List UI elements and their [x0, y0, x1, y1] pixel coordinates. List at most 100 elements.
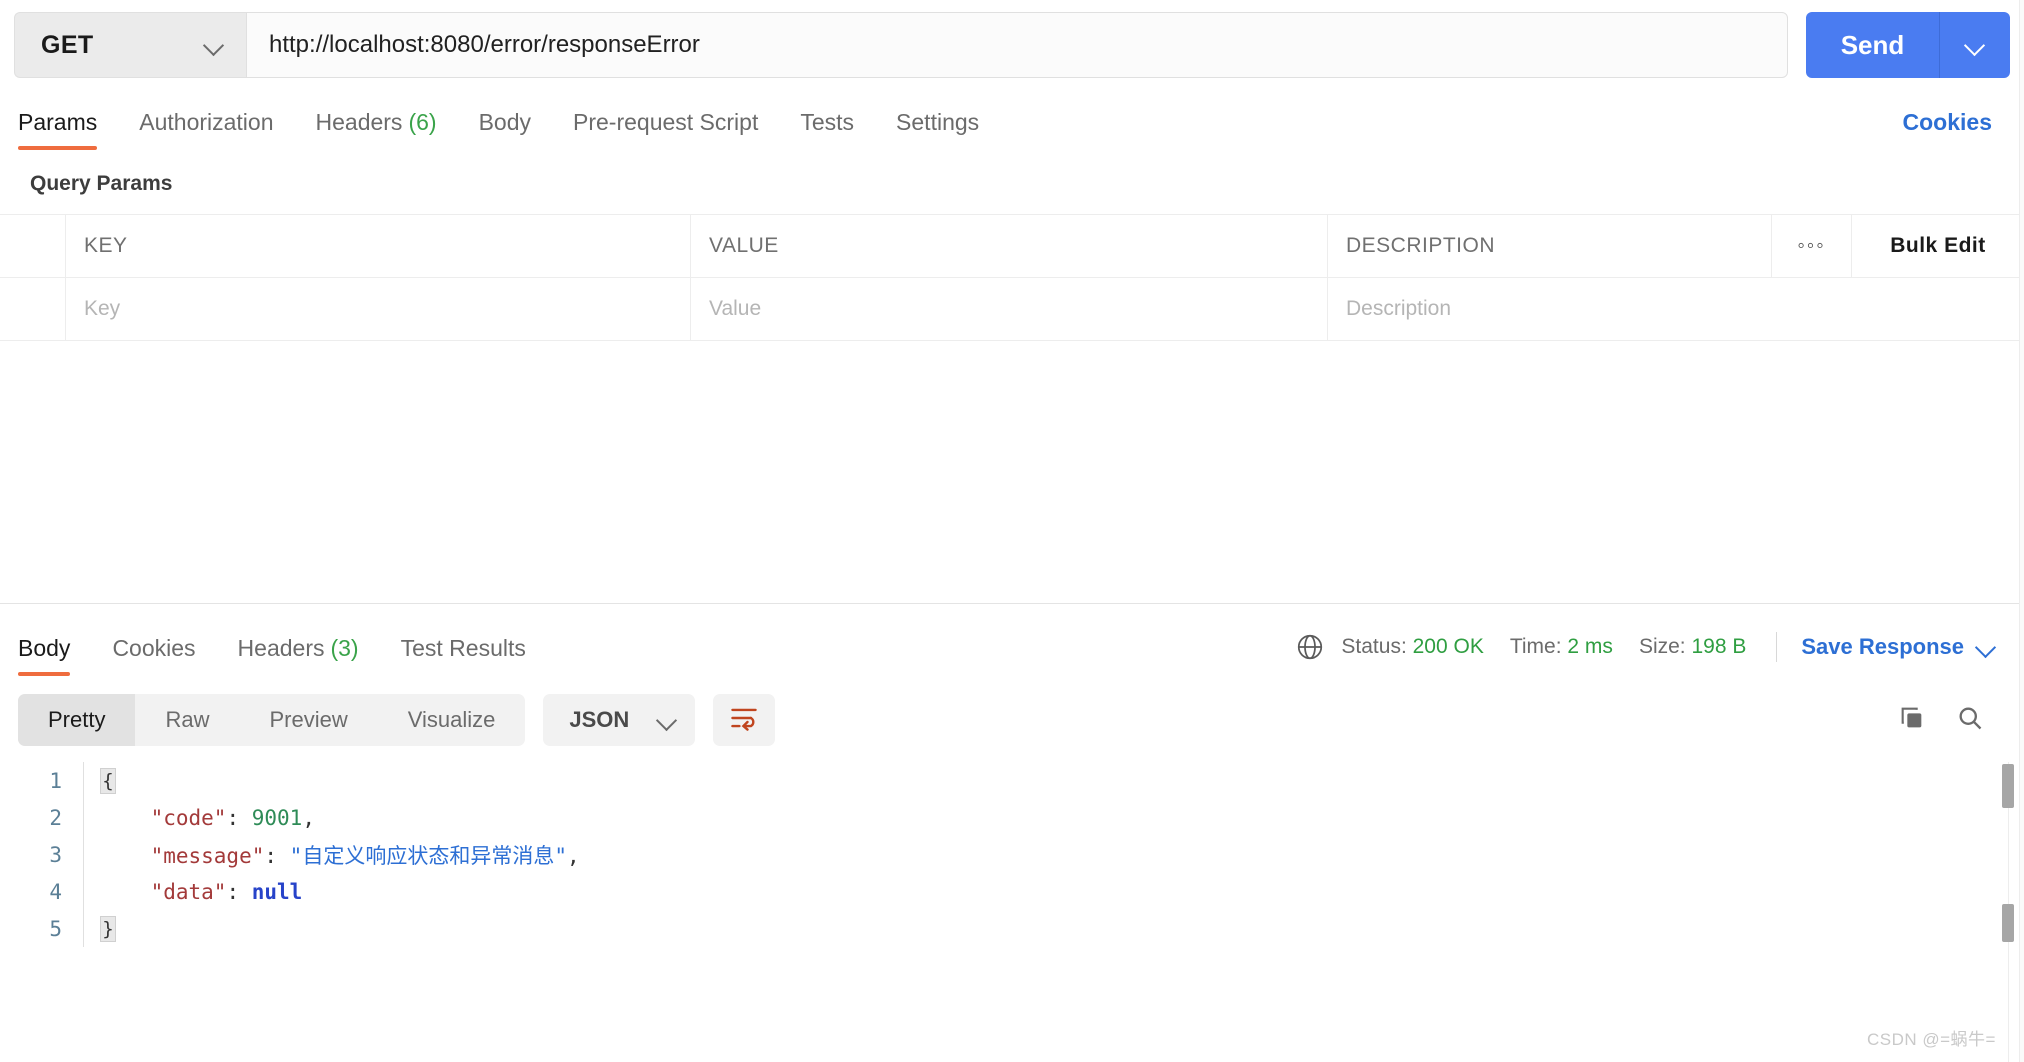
response-tab-test-results[interactable]: Test Results	[401, 635, 526, 676]
params-empty-space	[0, 341, 2024, 603]
json-key: "code"	[150, 805, 227, 830]
tab-body[interactable]: Body	[479, 109, 531, 150]
tab-headers[interactable]: Headers (6)	[316, 109, 437, 150]
view-pretty-button[interactable]: Pretty	[18, 694, 136, 746]
save-response-label: Save Response	[1801, 634, 1964, 659]
globe-icon	[1295, 632, 1325, 662]
send-options-button[interactable]	[1940, 12, 2010, 78]
search-icon[interactable]	[1956, 704, 1984, 737]
tab-authorization[interactable]: Authorization	[139, 109, 273, 150]
chevron-down-icon	[1965, 35, 1985, 55]
json-null-value: null	[251, 879, 303, 904]
column-header-description: DESCRIPTION	[1328, 215, 1772, 277]
word-wrap-button[interactable]	[713, 694, 776, 746]
time-value: 2 ms	[1567, 635, 1613, 658]
param-key-input[interactable]: Key	[66, 278, 691, 340]
status-label: Status:	[1341, 635, 1407, 658]
code-gutter	[78, 910, 92, 947]
json-number-value: 9001	[251, 805, 303, 830]
json-comma: ,	[302, 805, 315, 830]
json-colon: :	[226, 805, 252, 830]
line-number: 1	[49, 768, 62, 793]
time-badge: Time: 2 ms	[1510, 635, 1613, 659]
tab-params[interactable]: Params	[18, 109, 98, 150]
response-tab-body[interactable]: Body	[18, 635, 71, 676]
response-tab-headers[interactable]: Headers (3)	[238, 635, 359, 676]
code-line: 5 }	[0, 910, 2024, 947]
request-tabs: Params Authorization Headers (6) Body Pre…	[0, 92, 2024, 150]
status-badge: Status: 200 OK	[1341, 635, 1483, 659]
send-button[interactable]: Send	[1806, 12, 1940, 78]
scrollbar-thumb-top[interactable]	[2002, 764, 2014, 808]
response-tab-cookies-label: Cookies	[112, 635, 196, 661]
response-body-code[interactable]: 1 { 2 "code": 9001, 3 "message": "自定义响应状…	[0, 762, 2024, 1062]
param-description-input[interactable]: Description	[1328, 278, 2024, 340]
tab-body-label: Body	[478, 109, 531, 135]
response-body-actions	[1898, 704, 1984, 737]
code-gutter	[78, 836, 92, 873]
fold-brace[interactable]: {	[100, 767, 116, 794]
status-divider	[1776, 632, 1778, 662]
response-language-label: JSON	[569, 707, 630, 732]
response-language-select[interactable]: JSON	[543, 694, 696, 746]
copy-icon[interactable]	[1898, 704, 1926, 737]
json-colon: :	[226, 879, 252, 904]
response-format-toolbar: Pretty Raw Preview Visualize JSON	[0, 676, 2024, 762]
line-number: 3	[49, 842, 62, 867]
query-params-table: KEY VALUE DESCRIPTION ◦◦◦ Bulk Edit Key …	[0, 214, 2024, 341]
select-all-cell[interactable]	[0, 215, 66, 277]
request-url-input[interactable]: http://localhost:8080/error/responseErro…	[246, 12, 1788, 78]
tab-tests-label: Tests	[800, 109, 855, 135]
line-number: 5	[49, 916, 62, 941]
size-value: 198 B	[1691, 635, 1747, 658]
table-header-row: KEY VALUE DESCRIPTION ◦◦◦ Bulk Edit	[0, 215, 2024, 278]
save-response-button[interactable]: Save Response	[1801, 634, 1996, 660]
bulk-edit-button[interactable]: Bulk Edit	[1852, 215, 2024, 277]
tab-headers-label: Headers	[315, 109, 403, 135]
json-key: "data"	[150, 879, 227, 904]
code-line: 2 "code": 9001,	[0, 799, 2024, 836]
row-checkbox-cell[interactable]	[0, 278, 66, 340]
time-label: Time:	[1509, 635, 1562, 658]
json-colon: :	[264, 843, 290, 868]
line-number: 2	[49, 805, 62, 830]
view-visualize-button[interactable]: Visualize	[378, 694, 526, 746]
code-line: 3 "message": "自定义响应状态和异常消息",	[0, 836, 2024, 873]
view-raw-button[interactable]: Raw	[135, 694, 239, 746]
code-gutter	[78, 873, 92, 910]
more-options-icon[interactable]: ◦◦◦	[1797, 234, 1825, 258]
size-label: Size:	[1638, 635, 1686, 658]
tab-settings[interactable]: Settings	[896, 109, 979, 150]
cookies-link[interactable]: Cookies	[1903, 109, 1992, 150]
response-tab-cookies[interactable]: Cookies	[112, 635, 195, 676]
code-gutter	[78, 799, 92, 836]
size-badge: Size: 198 B	[1639, 635, 1746, 659]
fold-brace[interactable]: }	[100, 915, 116, 942]
tab-pre-request-script-label: Pre-request Script	[573, 109, 759, 135]
code-gutter	[78, 762, 92, 799]
tab-pre-request-script[interactable]: Pre-request Script	[573, 109, 758, 150]
code-content: "code": 9001,	[92, 806, 315, 830]
view-preview-button[interactable]: Preview	[239, 694, 377, 746]
table-row: Key Value Description	[0, 278, 2024, 341]
watermark: CSDN @=蜗牛=	[1866, 1030, 1996, 1049]
tab-tests[interactable]: Tests	[800, 109, 854, 150]
chevron-down-icon	[1976, 637, 1996, 657]
param-value-input[interactable]: Value	[691, 278, 1328, 340]
column-header-value: VALUE	[691, 215, 1328, 277]
response-tab-headers-count: (3)	[330, 635, 359, 661]
response-tabs: Body Cookies Headers (3) Test Results Sta…	[0, 604, 2024, 676]
json-key: "message"	[150, 843, 265, 868]
response-tab-body-label: Body	[18, 635, 71, 661]
code-content: }	[92, 915, 116, 942]
code-content: "message": "自定义响应状态和异常消息",	[92, 840, 580, 870]
code-content: "data": null	[92, 879, 303, 904]
tab-settings-label: Settings	[896, 109, 980, 135]
column-header-key: KEY	[66, 215, 691, 277]
table-options-cell[interactable]: ◦◦◦	[1772, 215, 1852, 277]
code-content: {	[92, 767, 116, 794]
scrollbar-thumb-bottom[interactable]	[2002, 904, 2014, 942]
http-method-select[interactable]: GET	[14, 12, 246, 78]
